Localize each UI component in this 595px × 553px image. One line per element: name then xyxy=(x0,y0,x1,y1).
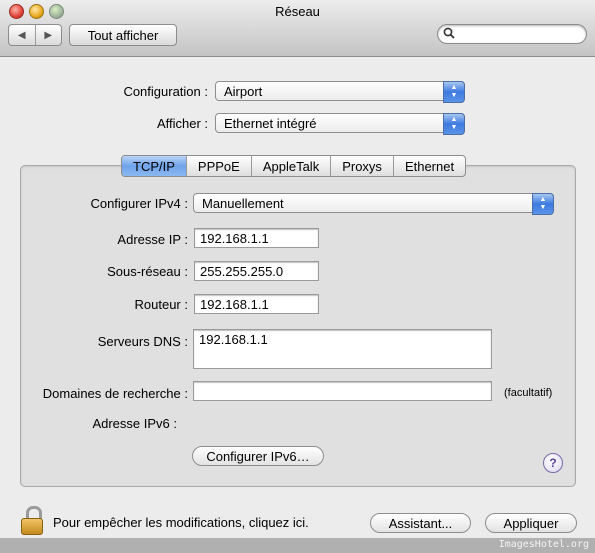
router-label: Routeur : xyxy=(134,297,188,312)
search-icon xyxy=(443,27,455,42)
forward-arrow-icon[interactable]: ▶ xyxy=(34,25,62,45)
tab-bar: TCP/IP PPPoE AppleTalk Proxys Ethernet xyxy=(121,155,467,177)
search-domains-label: Domaines de recherche : xyxy=(42,386,188,401)
popup-arrows-icon: ▲ ▼ xyxy=(443,81,465,103)
ipv6-address-label: Adresse IPv6 : xyxy=(92,416,177,431)
configure-ipv6-button[interactable]: Configurer IPv6… xyxy=(192,446,324,466)
network-preferences-window: Réseau ◀ ▶ Tout afficher Configuration :… xyxy=(0,0,595,553)
lock-icon[interactable] xyxy=(19,506,45,535)
subnet-label: Sous-réseau : xyxy=(107,264,188,279)
back-arrow-icon[interactable]: ◀ xyxy=(9,25,35,45)
configuration-popup[interactable]: Airport ▲ ▼ xyxy=(215,81,465,103)
dns-servers-field[interactable]: 192.168.1.1 xyxy=(193,329,492,369)
show-value: Ethernet intégré xyxy=(224,116,317,131)
ip-address-field[interactable]: 192.168.1.1 xyxy=(194,228,319,248)
tab-appletalk[interactable]: AppleTalk xyxy=(250,156,330,176)
watermark-text: ImagesHotel.org xyxy=(498,539,589,550)
configuration-value: Airport xyxy=(224,84,263,99)
window-title: Réseau xyxy=(275,4,320,19)
show-all-button[interactable]: Tout afficher xyxy=(69,24,177,46)
tab-panel xyxy=(20,165,576,487)
configuration-label: Configuration : xyxy=(123,84,208,99)
configure-ipv4-popup[interactable]: Manuellement ▲ ▼ xyxy=(193,193,554,215)
configure-ipv4-value: Manuellement xyxy=(202,196,284,211)
back-forward-control[interactable]: ◀ ▶ xyxy=(8,24,62,46)
help-button[interactable]: ? xyxy=(543,453,563,473)
tab-proxys[interactable]: Proxys xyxy=(330,156,393,176)
title-toolbar: Réseau ◀ ▶ Tout afficher xyxy=(0,0,595,57)
dns-servers-label: Serveurs DNS : xyxy=(97,334,188,349)
lock-hint-text[interactable]: Pour empêcher les modifications, cliquez… xyxy=(53,515,309,530)
optional-hint: (facultatif) xyxy=(504,387,553,399)
show-label: Afficher : xyxy=(156,116,208,131)
popup-arrows-icon: ▲ ▼ xyxy=(532,193,554,215)
search-field[interactable] xyxy=(437,24,587,44)
search-domains-field[interactable] xyxy=(193,381,492,401)
subnet-field[interactable]: 255.255.255.0 xyxy=(194,261,319,281)
router-field[interactable]: 192.168.1.1 xyxy=(194,294,319,314)
apply-button[interactable]: Appliquer xyxy=(485,513,577,533)
tab-pppoe[interactable]: PPPoE xyxy=(185,156,251,176)
tab-tcpip[interactable]: TCP/IP xyxy=(122,156,186,176)
assistant-button[interactable]: Assistant... xyxy=(370,513,471,533)
popup-arrows-icon: ▲ ▼ xyxy=(443,113,465,135)
tab-ethernet[interactable]: Ethernet xyxy=(392,156,465,176)
ip-address-label: Adresse IP : xyxy=(117,232,188,247)
show-popup[interactable]: Ethernet intégré ▲ ▼ xyxy=(215,113,465,135)
configure-ipv4-label: Configurer IPv4 : xyxy=(90,196,188,211)
